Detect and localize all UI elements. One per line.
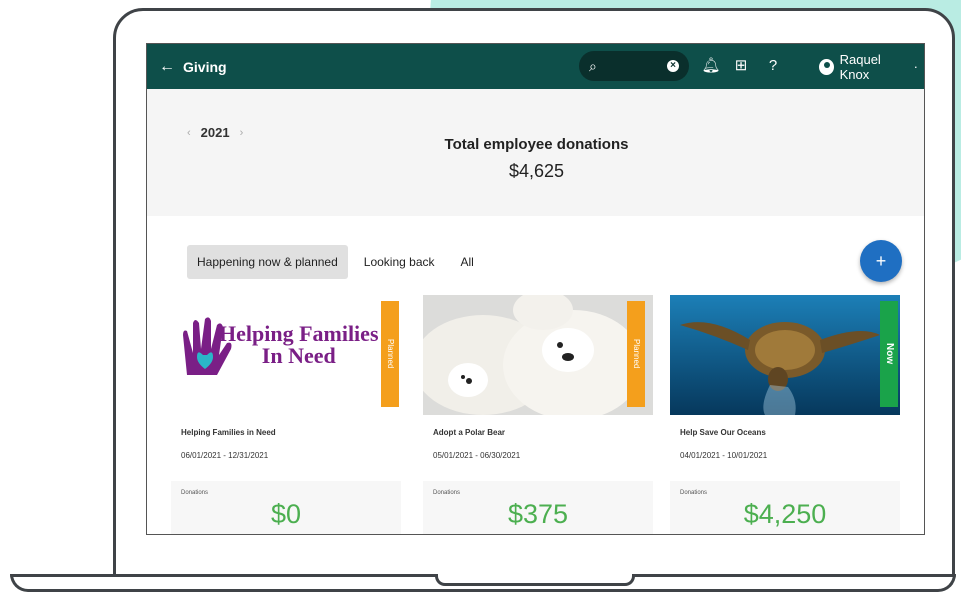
bell-icon[interactable]: 🔔︎ [701, 56, 721, 76]
arrow-left-icon: ← [159, 57, 175, 75]
polar-bear-image [423, 295, 653, 415]
donations-label: Donations [433, 490, 461, 496]
campaign-dates: 04/01/2021 - 10/01/2021 [680, 451, 768, 460]
status-badge: Now [880, 301, 898, 407]
marketing-stage: ← Giving ⌕ × 🔔︎ ⊞ ? Raquel Knox · ‹ 2021… [0, 0, 961, 600]
tab-happening-now[interactable]: Happening now & planned [187, 245, 348, 279]
donations-amount: $4,250 [743, 499, 827, 529]
tab-looking-back[interactable]: Looking back [354, 245, 445, 279]
clear-icon[interactable]: × [667, 60, 679, 72]
campaign-dates: 06/01/2021 - 12/31/2021 [181, 451, 269, 460]
campaign-image: Now [670, 295, 900, 415]
summary-total: $4,625 [508, 161, 565, 181]
page-title: Giving [183, 58, 227, 75]
donations-amount: $0 [270, 499, 302, 529]
donation-summary: ‹ 2021 › Total employee donations $4,625 [147, 89, 924, 216]
campaign-image: Planned [423, 295, 653, 415]
campaign-logo-text: Helping Families In Need [219, 321, 379, 368]
sea-turtle-image [670, 295, 900, 415]
user-name: Raquel Knox [839, 51, 881, 82]
help-icon[interactable]: ? [763, 56, 783, 76]
top-bar: ← Giving ⌕ × 🔔︎ ⊞ ? Raquel Knox · [147, 44, 924, 89]
feedback-icon[interactable]: ⊞ [731, 56, 751, 76]
app-screen: ← Giving ⌕ × 🔔︎ ⊞ ? Raquel Knox · ‹ 2021… [146, 43, 925, 535]
campaign-image: Helping Families In Need Planned [171, 295, 401, 415]
tab-all[interactable]: All [451, 245, 484, 279]
back-button[interactable]: ← Giving [159, 58, 227, 76]
filter-tabs: Happening now & planned Looking back All [187, 245, 484, 279]
status-badge: Planned [627, 301, 645, 407]
campaign-card[interactable]: Helping Families In Need Planned Helping… [171, 295, 401, 534]
laptop-notch [435, 574, 635, 586]
campaign-name: Help Save Our Oceans [680, 428, 766, 437]
donations-label: Donations [181, 490, 209, 496]
campaign-name: Adopt a Polar Bear [433, 428, 506, 437]
campaign-name: Helping Families in Need [181, 428, 276, 437]
campaign-dates: 05/01/2021 - 06/30/2021 [433, 451, 521, 460]
account-circle-icon [819, 58, 834, 75]
search-icon: ⌕ [589, 57, 597, 74]
summary-title: Total employee donations [444, 136, 629, 153]
menu-dot: · [913, 59, 918, 74]
donations-label: Donations [680, 490, 708, 496]
add-campaign-button[interactable]: + [860, 240, 902, 282]
search-input[interactable]: ⌕ × [579, 51, 689, 81]
status-badge: Planned [381, 301, 399, 407]
donations-amount: $375 [507, 499, 569, 529]
campaign-list: Happening now & planned Looking back All… [147, 216, 924, 534]
campaign-card[interactable]: Now Help Save Our Oceans 04/01/2021 - 10… [670, 295, 900, 534]
campaign-card[interactable]: Planned Adopt a Polar Bear 05/01/2021 - … [423, 295, 653, 534]
user-menu[interactable]: Raquel Knox · [819, 44, 924, 89]
